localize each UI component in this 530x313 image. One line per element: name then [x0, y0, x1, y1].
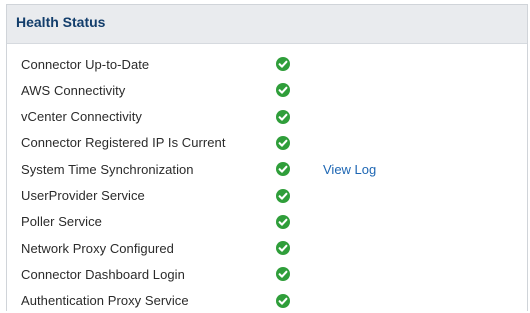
check-circle-icon	[276, 135, 290, 150]
status-row: Authentication Proxy Service	[7, 289, 527, 313]
status-label: Authentication Proxy Service	[21, 293, 189, 309]
status-label: Poller Service	[21, 214, 102, 230]
status-label: Connector Dashboard Login	[21, 266, 185, 282]
status-row: Connector Up-to-Date	[7, 52, 527, 76]
check-circle-icon	[276, 241, 290, 256]
check-circle-icon	[276, 162, 290, 177]
status-row: Poller Service	[7, 210, 527, 234]
status-label: AWS Connectivity	[21, 82, 126, 98]
panel-title: Health Status	[16, 13, 106, 30]
check-circle-icon	[276, 109, 290, 124]
check-circle-icon	[276, 267, 290, 282]
check-circle-icon	[276, 293, 290, 308]
status-row: Connector Registered IP Is Current	[7, 131, 527, 155]
status-row: vCenter Connectivity	[7, 105, 527, 129]
check-circle-icon	[276, 57, 290, 71]
status-label: UserProvider Service	[21, 188, 145, 203]
status-label: Network Proxy Configured	[21, 240, 174, 256]
status-row: Network Proxy Configured	[7, 236, 527, 260]
status-label: System Time Synchronization	[21, 161, 194, 177]
check-circle-icon	[276, 214, 290, 229]
check-circle-icon	[276, 83, 290, 98]
status-row: UserProvider Service	[7, 184, 527, 208]
health-status-panel: Health Status Connector Up-to-Date AWS Co…	[6, 4, 528, 311]
panel-header: Health Status	[7, 5, 527, 44]
view-log-link[interactable]: View Log	[323, 162, 376, 177]
status-label: vCenter Connectivity	[21, 109, 142, 125]
status-label: Connector Registered IP Is Current	[21, 135, 226, 151]
check-circle-icon	[276, 188, 290, 203]
status-row: System Time Synchronization View Log	[7, 157, 527, 181]
status-label: Connector Up-to-Date	[21, 56, 150, 72]
status-row: AWS Connectivity	[7, 78, 527, 102]
status-row: Connector Dashboard Login	[7, 262, 527, 286]
